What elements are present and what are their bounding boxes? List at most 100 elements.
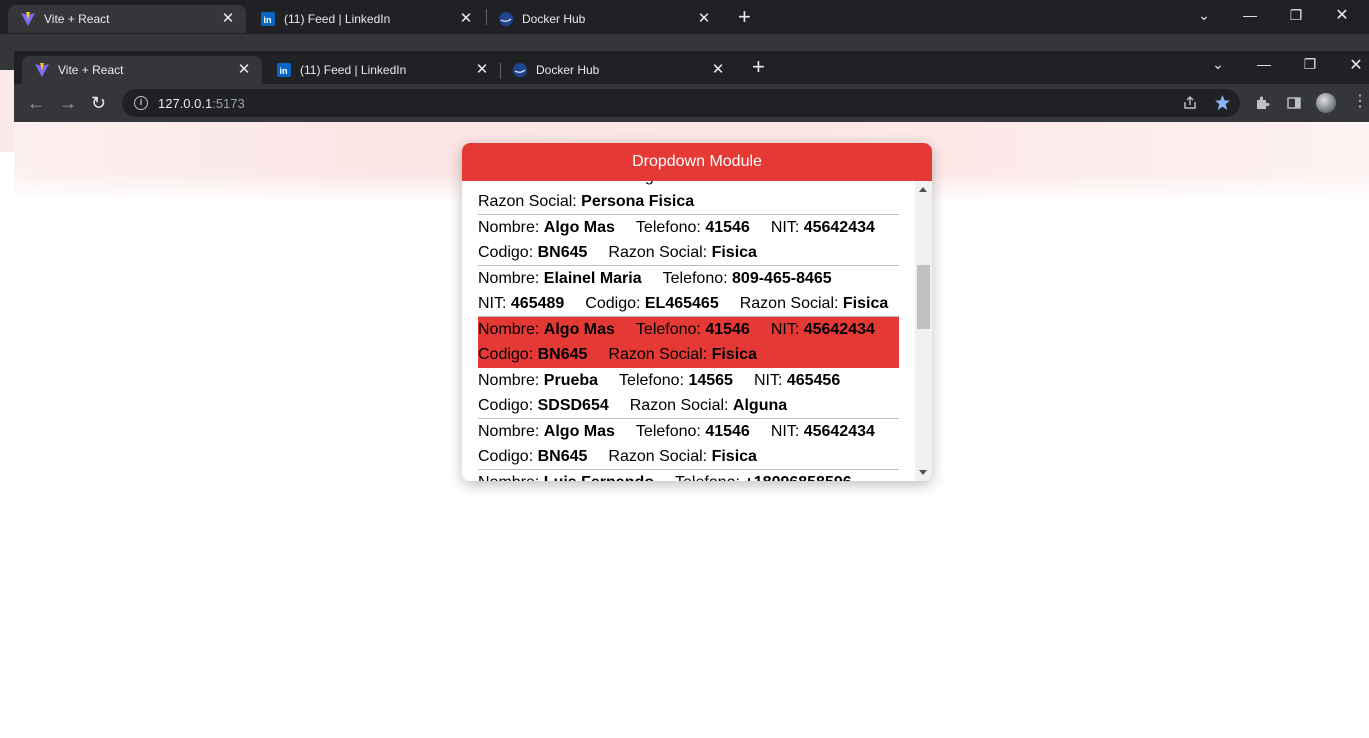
tab-search-chevron-icon[interactable]: ⌄ — [1195, 56, 1241, 73]
option-field: Nombre: Algo Mas — [478, 317, 615, 342]
site-info-icon[interactable]: i — [134, 96, 148, 110]
close-icon[interactable]: ✕ — [458, 11, 474, 27]
field-value: 45642434 — [803, 423, 875, 440]
field-value: Persona Fisica — [581, 193, 695, 210]
field-value: Fisica — [842, 295, 889, 312]
back-arrow-icon[interactable]: ← — [27, 94, 45, 112]
tab-title: Vite + React — [58, 63, 124, 77]
field-label: Telefono: — [662, 270, 733, 287]
dropdown-option[interactable]: Nombre: Luis Fernando Telefono: +18096858… — [478, 470, 899, 481]
field-value: 45642434 — [803, 219, 875, 236]
address-bar[interactable]: i 127.0.0.1:5173 — [122, 89, 1240, 117]
close-icon[interactable]: ✕ — [474, 62, 490, 78]
option-field: Codigo: BN645 — [478, 342, 587, 367]
extensions-puzzle-icon[interactable] — [1254, 95, 1270, 111]
option-row: Razon Social: Persona Fisica — [478, 189, 899, 214]
linkedin-icon: in — [276, 62, 292, 78]
option-row: Nombre: Prueba Telefono: 14565 NIT: 465456 — [478, 368, 899, 393]
address-host: 127.0.0.1 — [158, 95, 213, 111]
option-field: Razon Social: Fisica — [740, 291, 889, 316]
field-value: Algo Mas — [543, 219, 615, 236]
option-field: Telefono: 41546 — [636, 317, 750, 342]
share-icon[interactable] — [1182, 95, 1198, 116]
reload-icon[interactable]: ↻ — [91, 94, 106, 112]
dropdown-option[interactable]: Nombre: Elainel Maria Telefono: 809-465-8… — [478, 266, 899, 317]
field-value: 41546 — [705, 219, 750, 236]
close-window-button[interactable]: ✕ — [1333, 55, 1369, 75]
tab-docker-hub[interactable]: Docker Hub ✕ — [500, 56, 736, 84]
minimize-button[interactable]: — — [1241, 56, 1287, 72]
new-tab-button[interactable]: + — [752, 56, 765, 78]
field-label: NIT: — [478, 295, 511, 312]
field-label: Nombre: — [478, 474, 544, 481]
option-field: Nombre: Algo Mas — [478, 419, 615, 444]
background-tab-vite[interactable]: Vite + React ✕ — [8, 5, 246, 33]
close-icon[interactable]: ✕ — [710, 62, 726, 78]
field-value: Algo Mas — [543, 321, 615, 338]
field-value: Algo Mas — [543, 423, 615, 440]
option-field: NIT: 465654564 — [478, 181, 591, 189]
option-field: NIT: 45642434 — [771, 317, 875, 342]
minimize-button[interactable]: — — [1227, 7, 1273, 23]
field-label: Codigo: — [585, 295, 645, 312]
dropdown-scrollbar[interactable] — [915, 181, 932, 481]
close-icon[interactable]: ✕ — [220, 11, 236, 27]
background-tab-strip: Vite + React ✕ in (11) Feed | LinkedIn ✕… — [0, 0, 1369, 34]
background-tab-docker[interactable]: Docker Hub ✕ — [486, 5, 722, 33]
field-label: Telefono: — [635, 423, 706, 440]
svg-text:in: in — [280, 66, 288, 76]
field-value: BN645 — [537, 244, 588, 261]
option-field: Razon Social: Fisica — [608, 240, 757, 265]
dropdown-module: Dropdown Module NIT: 465654564 Codigo: LE… — [462, 143, 932, 481]
option-field: Nombre: Prueba — [478, 368, 598, 393]
tab-strip: Vite + React ✕ in (11) Feed | LinkedIn ✕… — [14, 51, 1369, 84]
field-value: Prueba — [543, 372, 599, 389]
option-field: Telefono: 809-465-8465 — [663, 266, 832, 291]
address-port: :5173 — [212, 95, 245, 111]
menu-kebab-icon[interactable]: ⋮ — [1352, 94, 1368, 110]
option-row: NIT: 465654564 Codigo: LE465445 — [478, 181, 899, 189]
field-value: BN645 — [537, 448, 588, 465]
docker-icon — [498, 11, 514, 27]
scrollbar-thumb[interactable] — [917, 265, 930, 329]
tab-linkedin[interactable]: in (11) Feed | LinkedIn ✕ — [264, 56, 500, 84]
tab-vite-react[interactable]: Vite + React ✕ — [22, 56, 262, 84]
close-icon[interactable]: ✕ — [696, 11, 712, 27]
background-tab-title: Docker Hub — [522, 12, 586, 26]
close-window-button[interactable]: ✕ — [1319, 5, 1365, 25]
dropdown-options: NIT: 465654564Codigo: LE465445Razon Soci… — [478, 181, 899, 481]
bookmark-star-icon[interactable] — [1214, 94, 1231, 116]
field-value: Elainel Maria — [543, 270, 642, 287]
dropdown-option[interactable]: Nombre: Prueba Telefono: 14565 NIT: 465456… — [478, 368, 899, 419]
option-field: Telefono: 41546 — [636, 215, 750, 240]
dropdown-option-selected[interactable]: Nombre: Algo Mas Telefono: 41546 NIT: 4564… — [478, 317, 899, 368]
restore-button[interactable]: ❐ — [1287, 56, 1333, 73]
dropdown-list[interactable]: NIT: 465654564Codigo: LE465445Razon Soci… — [478, 181, 899, 481]
field-value: 465456 — [786, 372, 841, 389]
side-panel-icon[interactable] — [1286, 95, 1302, 111]
field-value: Fisica — [711, 346, 757, 363]
option-field: NIT: 465489 — [478, 291, 564, 316]
tab-search-chevron-icon[interactable]: ⌄ — [1181, 7, 1227, 24]
field-label: Telefono: — [675, 474, 744, 481]
dropdown-header[interactable]: Dropdown Module — [462, 143, 932, 181]
scroll-down-arrow-icon[interactable] — [919, 470, 927, 475]
scroll-up-arrow-icon[interactable] — [919, 187, 927, 192]
profile-avatar[interactable] — [1316, 93, 1336, 113]
option-field: Codigo: LE465445 — [612, 181, 745, 189]
restore-button[interactable]: ❐ — [1273, 7, 1319, 24]
address-url: 127.0.0.1:5173 — [158, 96, 245, 111]
new-tab-button[interactable]: + — [738, 6, 751, 28]
forward-arrow-icon[interactable]: → — [59, 94, 77, 112]
dropdown-option[interactable]: NIT: 465654564 Codigo: LE465445Razon Soci… — [478, 181, 899, 215]
dropdown-option[interactable]: Nombre: Algo Mas Telefono: 41546 NIT: 4564… — [478, 215, 899, 266]
field-label: Razon Social: — [608, 346, 712, 363]
option-field: Razon Social: Alguna — [630, 393, 787, 418]
field-label: Telefono: — [635, 321, 706, 338]
close-icon[interactable]: ✕ — [236, 62, 252, 78]
option-row: Nombre: Algo Mas Telefono: 41546 NIT: 4564… — [478, 317, 899, 342]
dropdown-option[interactable]: Nombre: Algo Mas Telefono: 41546 NIT: 4564… — [478, 419, 899, 470]
background-tab-linkedin[interactable]: in (11) Feed | LinkedIn ✕ — [248, 5, 484, 33]
option-field: NIT: 45642434 — [771, 215, 875, 240]
field-label: Codigo: — [478, 346, 538, 363]
